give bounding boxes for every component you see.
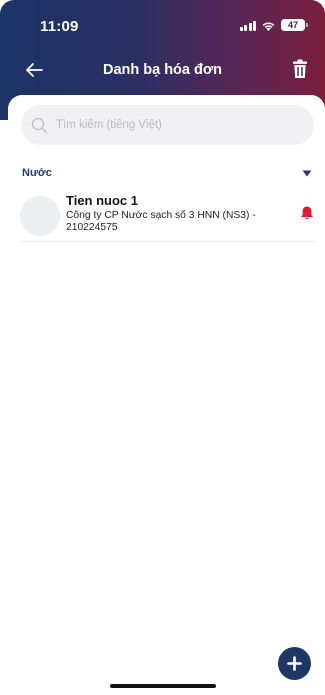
plus-icon [287, 656, 302, 671]
battery-icon: 47 [281, 19, 308, 31]
app-screen: 11:09 47 Danh bạ hóa đơn Tìm kiếm (tiếng… [0, 0, 325, 695]
home-indicator[interactable] [110, 684, 216, 688]
nav-bar: Danh bạ hóa đơn [0, 52, 325, 88]
status-time: 11:09 [40, 18, 79, 35]
add-bill-button[interactable] [278, 647, 311, 680]
search-input[interactable] [56, 119, 296, 131]
chevron-down-icon[interactable] [302, 170, 312, 177]
bill-name: Tien nuoc 1 [66, 193, 138, 208]
trash-icon[interactable] [289, 58, 311, 80]
bill-description: Công ty CP Nước sạch số 3 HNN (NS3) - 21… [66, 210, 256, 233]
status-icons: 47 [239, 19, 308, 31]
section-title: Nước [22, 167, 52, 179]
page-title: Danh bạ hóa đơn [102, 62, 223, 78]
section-header-water[interactable]: Nước [22, 165, 312, 181]
content-card: Nước Tien nuoc 1 Công ty CP Nước sạch số… [8, 95, 325, 695]
wifi-icon [262, 21, 275, 31]
status-bar: 11:09 47 [0, 0, 325, 48]
avatar [20, 196, 60, 236]
signal-icon [239, 20, 256, 31]
search-bar[interactable] [21, 105, 314, 145]
bill-list-item[interactable]: Tien nuoc 1 Công ty CP Nước sạch số 3 HN… [20, 192, 316, 242]
search-icon [31, 117, 48, 133]
bell-icon[interactable] [299, 205, 315, 221]
